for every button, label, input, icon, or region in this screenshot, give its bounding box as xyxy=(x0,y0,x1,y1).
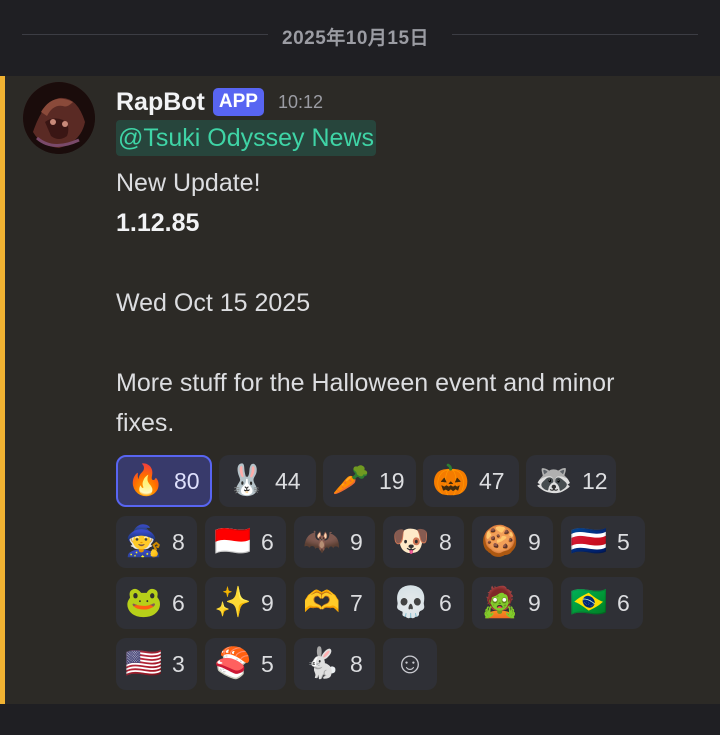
reaction-count: 8 xyxy=(439,528,452,555)
reaction-count: 9 xyxy=(350,528,363,555)
reaction-count: 6 xyxy=(172,589,185,616)
reaction-count: 5 xyxy=(617,528,630,555)
reaction-flag-brazil[interactable]: 🇧🇷 6 xyxy=(561,577,643,629)
reaction-sushi[interactable]: 🍣 5 xyxy=(205,638,286,690)
reaction-count: 3 xyxy=(172,650,185,677)
flag-brazil-icon: 🇧🇷 xyxy=(570,586,608,619)
reaction-skull[interactable]: 💀 6 xyxy=(383,577,464,629)
carrot-bunny-icon: 🥕 xyxy=(332,464,370,497)
message-header: RapBot APP 10:12 xyxy=(116,86,323,118)
reaction-flag-costa-rica[interactable]: 🇨🇷 5 xyxy=(561,516,645,568)
update-date: Wed Oct 15 2025 xyxy=(116,289,311,317)
reaction-pink-bunny[interactable]: 🐇 8 xyxy=(294,638,375,690)
reaction-count: 6 xyxy=(439,589,452,616)
version-number: 1.12.85 xyxy=(116,209,200,237)
flag-usa-icon: 🇺🇸 xyxy=(125,647,163,680)
reaction-count: 5 xyxy=(261,650,274,677)
date-label: 2025年10月15日 xyxy=(282,28,430,49)
reaction-fire[interactable]: 🔥 80 xyxy=(116,455,212,507)
reaction-zombie[interactable]: 🧟 9 xyxy=(472,577,553,629)
sushi-icon: 🍣 xyxy=(214,647,252,680)
avatar[interactable] xyxy=(23,82,95,154)
reaction-count: 6 xyxy=(261,528,274,555)
raccoon-icon: 🦝 xyxy=(535,464,573,497)
reaction-count: 9 xyxy=(261,589,274,616)
divider-line-left xyxy=(22,34,268,35)
author-name[interactable]: RapBot xyxy=(116,88,205,117)
heart-hands-icon: 🫶 xyxy=(303,586,341,619)
reaction-frog[interactable]: 🐸 6 xyxy=(116,577,197,629)
reaction-count: 9 xyxy=(528,589,541,616)
dizzy-dog-icon: 🐶 xyxy=(392,525,430,558)
reaction-flag-usa[interactable]: 🇺🇸 3 xyxy=(116,638,197,690)
reaction-count: 80 xyxy=(174,467,200,494)
reaction-raccoon[interactable]: 🦝 12 xyxy=(526,455,616,507)
skull-icon: 💀 xyxy=(392,586,430,619)
pumpkin-icon: 🎃 xyxy=(432,464,470,497)
reaction-count: 47 xyxy=(479,467,505,494)
reaction-heart-hands[interactable]: 🫶 7 xyxy=(294,577,375,629)
reaction-bat[interactable]: 🦇 9 xyxy=(294,516,375,568)
reaction-count: 19 xyxy=(379,467,405,494)
witch-icon: 🧙 xyxy=(125,525,163,558)
flag-costa-rica-icon: 🇨🇷 xyxy=(570,525,608,558)
update-description: More stuff for the Halloween event and m… xyxy=(116,369,615,397)
bottom-area xyxy=(0,704,720,735)
reaction-flag-indonesia[interactable]: 🇮🇩 6 xyxy=(205,516,286,568)
reaction-count: 6 xyxy=(617,589,630,616)
reaction-dizzy-dog[interactable]: 🐶 8 xyxy=(383,516,464,568)
divider-line-right xyxy=(452,34,698,35)
message[interactable]: RapBot APP 10:12 @Tsuki Odyssey News New… xyxy=(0,76,720,704)
add-reaction-icon: ☺ xyxy=(394,647,426,680)
reaction-count: 7 xyxy=(350,589,363,616)
update-description-cont: fixes. xyxy=(116,409,175,437)
reaction-bunny[interactable]: 🐰 44 xyxy=(219,455,316,507)
message-timestamp[interactable]: 10:12 xyxy=(278,92,323,113)
reaction-count: 44 xyxy=(275,467,301,494)
reaction-count: 9 xyxy=(528,528,541,555)
reaction-count: 8 xyxy=(172,528,185,555)
reaction-carrot-bunny[interactable]: 🥕 19 xyxy=(323,455,416,507)
add-reaction-button[interactable]: ☺ xyxy=(383,638,437,690)
bat-icon: 🦇 xyxy=(303,525,341,558)
flag-indonesia-icon: 🇮🇩 xyxy=(214,525,252,558)
role-mention[interactable]: @Tsuki Odyssey News xyxy=(116,120,376,156)
app-badge: APP xyxy=(212,88,264,116)
frog-icon: 🐸 xyxy=(125,586,163,619)
mention-highlight-bar xyxy=(0,76,5,704)
gingerbread-icon: 🍪 xyxy=(481,525,519,558)
reaction-count: 8 xyxy=(350,650,363,677)
message-line: New Update! xyxy=(116,169,261,197)
reaction-witch[interactable]: 🧙 8 xyxy=(116,516,197,568)
sparkles-icon: ✨ xyxy=(214,586,252,619)
reaction-sparkles[interactable]: ✨ 9 xyxy=(205,577,286,629)
reaction-count: 12 xyxy=(582,467,608,494)
bunny-icon: 🐰 xyxy=(228,464,266,497)
zombie-icon: 🧟 xyxy=(481,586,519,619)
pink-bunny-icon: 🐇 xyxy=(303,647,341,680)
date-divider: 2025年10月15日 xyxy=(0,0,720,72)
reaction-gingerbread[interactable]: 🍪 9 xyxy=(472,516,553,568)
fire-icon: 🔥 xyxy=(127,464,165,497)
reaction-pumpkin[interactable]: 🎃 47 xyxy=(423,455,519,507)
